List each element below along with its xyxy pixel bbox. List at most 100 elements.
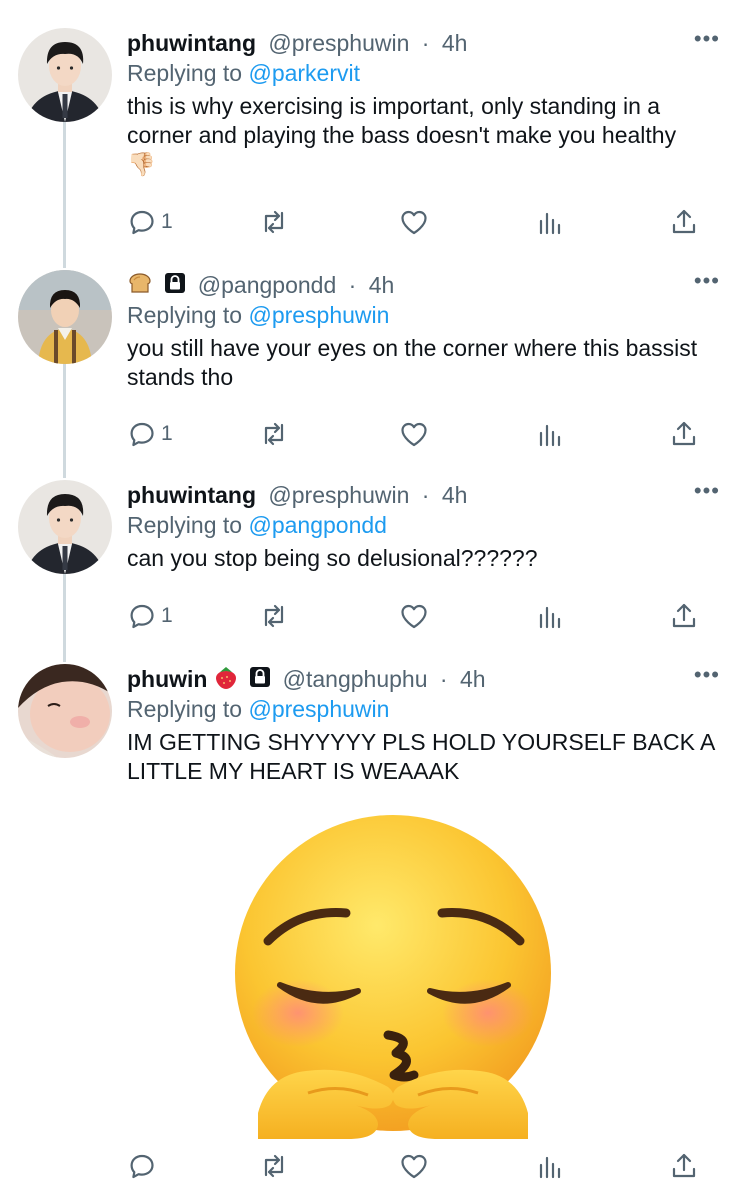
reply-button[interactable]: 1 xyxy=(127,206,173,238)
share-button[interactable] xyxy=(669,206,699,238)
more-options-icon[interactable]: ••• xyxy=(694,480,720,502)
share-button[interactable] xyxy=(669,600,699,632)
display-name[interactable]: phuwintang xyxy=(127,482,256,508)
heart-icon xyxy=(401,1154,427,1179)
strawberry-icon xyxy=(214,664,238,697)
avatar[interactable] xyxy=(18,28,112,122)
like-button[interactable] xyxy=(399,418,429,450)
mention-link[interactable]: @presphuwin xyxy=(248,302,389,328)
tweet-header: phuwintang @presphuwin · 4h xyxy=(127,480,720,510)
retweet-button[interactable] xyxy=(259,600,289,632)
analytics-button[interactable] xyxy=(535,1150,565,1182)
user-handle[interactable]: @presphuwin xyxy=(268,482,409,508)
replying-to-label: Replying to xyxy=(127,60,243,86)
analytics-button[interactable] xyxy=(535,600,565,632)
separator-dot: · xyxy=(421,30,430,56)
tweet-actions: 1 xyxy=(127,206,699,238)
replying-to: Replying to @presphuwin xyxy=(127,300,720,334)
more-options-icon[interactable]: ••• xyxy=(694,664,720,686)
reply-button[interactable]: 1 xyxy=(127,600,173,632)
tweet-header: phuwin @tangphuphu · 4h xyxy=(127,664,720,694)
analytics-button[interactable] xyxy=(535,206,565,238)
avatar-image xyxy=(18,28,112,122)
analytics-icon xyxy=(539,606,561,629)
avatar[interactable] xyxy=(18,270,112,364)
analytics-button[interactable] xyxy=(535,418,565,450)
tweet-text: you still have your eyes on the corner w… xyxy=(127,335,698,390)
retweet-button[interactable] xyxy=(259,206,289,238)
share-icon xyxy=(672,1153,696,1178)
display-name[interactable]: phuwintang xyxy=(127,30,256,56)
retweet-icon xyxy=(264,1154,284,1178)
separator-dot: · xyxy=(439,666,448,692)
tweet-header: @pangpondd · 4h xyxy=(127,270,720,300)
reply-count: 1 xyxy=(161,604,173,627)
share-icon xyxy=(672,421,696,446)
reply-button[interactable] xyxy=(127,1150,157,1182)
user-handle[interactable]: @presphuwin xyxy=(268,30,409,56)
lock-icon xyxy=(163,271,187,302)
retweet-icon xyxy=(264,210,284,234)
avatar[interactable] xyxy=(18,480,112,574)
tweet-actions: 1 xyxy=(127,600,699,632)
reply-icon xyxy=(130,422,154,447)
tweet-text: can you stop being so delusional?????? xyxy=(127,545,538,571)
thread-connector xyxy=(63,120,66,268)
replying-to: Replying to @pangpondd xyxy=(127,510,720,544)
more-options-icon[interactable]: ••• xyxy=(694,270,720,292)
share-icon xyxy=(672,603,696,628)
avatar-image xyxy=(18,664,112,758)
replying-to-label: Replying to xyxy=(127,696,243,722)
share-button[interactable] xyxy=(669,418,699,450)
timestamp[interactable]: 4h xyxy=(442,482,468,508)
tweet-text-body: this is why exercising is important, onl… xyxy=(127,93,677,148)
share-icon xyxy=(672,209,696,234)
heart-icon xyxy=(401,604,427,629)
reply-button[interactable]: 1 xyxy=(127,418,173,450)
thread-connector xyxy=(63,574,66,662)
heart-icon xyxy=(401,422,427,447)
timestamp[interactable]: 4h xyxy=(369,272,395,298)
reply-icon xyxy=(130,604,154,629)
like-button[interactable] xyxy=(399,206,429,238)
retweet-button[interactable] xyxy=(259,418,289,450)
reply-icon xyxy=(130,210,154,235)
user-handle[interactable]: @tangphuphu xyxy=(283,666,428,692)
replying-to-label: Replying to xyxy=(127,512,243,538)
heart-icon xyxy=(401,210,427,235)
separator-dot: · xyxy=(421,482,430,508)
analytics-icon xyxy=(539,1156,561,1179)
analytics-icon xyxy=(539,424,561,447)
share-button[interactable] xyxy=(669,1150,699,1182)
avatar-image xyxy=(18,480,112,574)
avatar[interactable] xyxy=(18,664,112,758)
shy-kissing-emoji-icon[interactable] xyxy=(228,813,558,1144)
tweet-actions xyxy=(127,1150,699,1182)
like-button[interactable] xyxy=(399,1150,429,1182)
bread-icon xyxy=(127,270,153,303)
replying-to-label: Replying to xyxy=(127,302,243,328)
reply-count: 1 xyxy=(161,210,173,233)
user-handle[interactable]: @pangpondd xyxy=(198,272,336,298)
tweet-text: this is why exercising is important, onl… xyxy=(127,92,720,179)
retweet-icon xyxy=(264,604,284,628)
mention-link[interactable]: @pangpondd xyxy=(248,512,386,538)
thumbs-down-emoji: 👎🏻 xyxy=(127,151,156,177)
more-options-icon[interactable]: ••• xyxy=(694,28,720,50)
reply-count: 1 xyxy=(161,422,173,445)
like-button[interactable] xyxy=(399,600,429,632)
retweet-button[interactable] xyxy=(259,1150,289,1182)
display-name[interactable]: phuwin xyxy=(127,666,207,692)
reply-icon xyxy=(130,1154,154,1179)
retweet-icon xyxy=(264,422,284,446)
mention-link[interactable]: @presphuwin xyxy=(248,696,389,722)
lock-icon xyxy=(248,665,272,696)
analytics-icon xyxy=(539,212,561,235)
separator-dot: · xyxy=(348,272,357,298)
thread-connector xyxy=(63,362,66,478)
avatar-image xyxy=(18,270,112,364)
timestamp[interactable]: 4h xyxy=(442,30,468,56)
replying-to: Replying to @parkervit xyxy=(127,58,720,92)
mention-link[interactable]: @parkervit xyxy=(248,60,360,86)
timestamp[interactable]: 4h xyxy=(460,666,486,692)
